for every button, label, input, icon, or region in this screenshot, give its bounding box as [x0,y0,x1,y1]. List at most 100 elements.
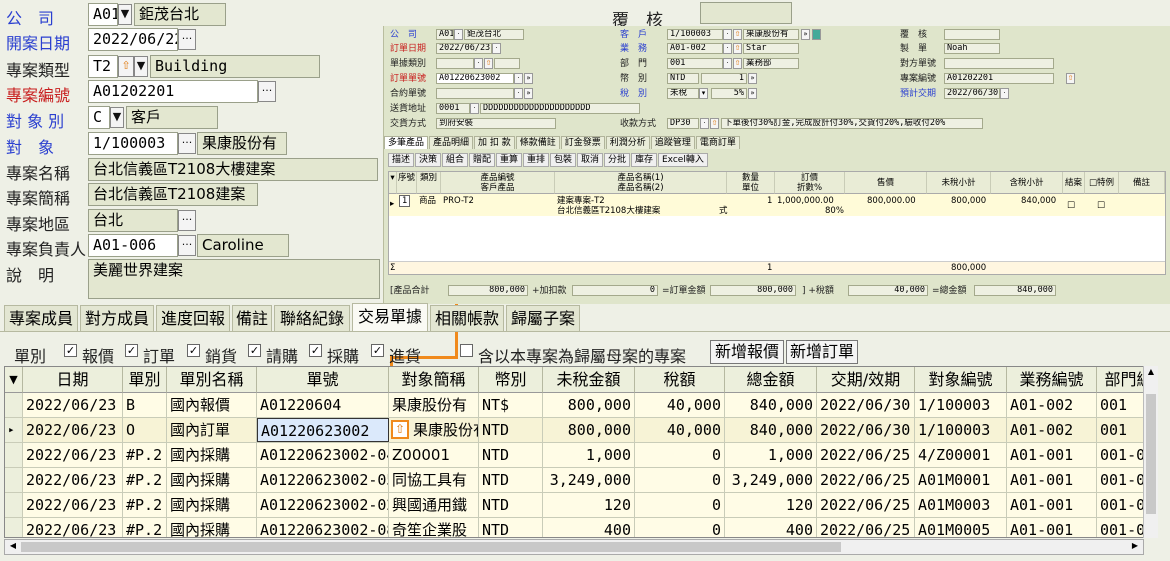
grid-row[interactable]: 2022/06/23 #P.2 國內採購 A01220623002-02 興國通用鐵 NT… [5,493,1154,518]
row-indicator-icon[interactable] [5,493,23,517]
sub-toolbar-button[interactable]: Excel轉入 [658,153,708,167]
tab-project-members[interactable]: 專案成員 [4,305,78,332]
order-contract-next-icon[interactable]: » [524,88,533,99]
sub-toolbar-button[interactable]: 庫存 [631,153,658,167]
mini-row-closed-checkbox[interactable]: □ [1067,200,1075,210]
horizontal-scroll-thumb[interactable] [21,542,841,552]
grid-row[interactable]: ▸2022/06/23O國內訂單A01220623002果康股份有⇧NTD800… [5,418,1145,443]
target-type-dropdown-icon[interactable]: ▼ [110,107,124,128]
vertical-scrollbar[interactable]: ▲ [1143,366,1158,538]
up-arrow-icon[interactable]: ⇧ [118,56,134,77]
sub-toolbar-button[interactable]: 組合 [442,153,469,167]
order-sales-code[interactable]: A01-002 [667,43,723,54]
order-customer-card-icon[interactable] [812,29,821,40]
sub-toolbar-button[interactable]: 分批 [604,153,631,167]
desc-field[interactable]: 美麗世界建案 [88,259,380,299]
tab-progress[interactable]: 進度回報 [156,305,230,332]
grid-header-doc-no[interactable]: 單號 [257,367,389,393]
row-indicator-icon[interactable] [5,518,23,537]
grid-cell-doc-no[interactable]: A01220623002-08 [257,518,389,537]
order-company-lookup-icon[interactable]: · [454,29,463,40]
sub-tab[interactable]: 利潤分析 [605,136,650,149]
grid-header-party-code[interactable]: 對象編號 [915,367,1007,393]
tab-transactions[interactable]: 交易單據 [352,303,428,332]
order-customer-up-icon[interactable]: ⇧ [733,29,742,40]
grid-cell-doc-no[interactable]: A01220604 [257,393,389,417]
sub-toolbar-button[interactable]: 決策 [415,153,442,167]
grid-row[interactable]: 2022/06/23 B 國內報價 A01220604 果康股份有 NT$ 800,000 4… [5,393,1145,418]
sub-toolbar-button[interactable]: 重算 [496,153,523,167]
grid-header-date[interactable]: 日期 [23,367,123,393]
order-customer-arrow-icon[interactable]: » [801,29,810,40]
grid-cell-doc-no[interactable]: A01220623002-05 [257,468,389,492]
sub-tab[interactable]: 追蹤管理 [650,136,695,149]
filter-receive-checkbox[interactable]: ✓ [371,344,384,357]
order-currency-code[interactable]: NTD [667,73,699,84]
type-code-field[interactable]: T2 [88,55,118,78]
order-contract-lookup-icon[interactable]: · [514,88,523,99]
owner-lookup-icon[interactable]: ··· [178,235,196,256]
grid-row[interactable]: 2022/06/23 #P.2 國內採購 A01220623002-05 同協工具有 NT… [5,468,1154,493]
sub-tab[interactable]: 產品明細 [429,136,474,149]
grid-header-type-name[interactable]: 單別名稱 [167,367,257,393]
open-date-field[interactable]: 2022/06/22 [88,28,178,51]
tab-counterparty-members[interactable]: 對方成員 [80,305,154,332]
company-code-field[interactable]: A01 [88,3,118,26]
order-expected-field[interactable]: 2022/06/30 [944,88,1000,99]
grid-row[interactable]: 2022/06/23 #P.2 國內採購 A01220623002-08 奇笙企業股 NT… [5,518,1154,537]
order-delivery-field[interactable]: 到府安裝 [436,118,556,129]
order-customer-code[interactable]: 1/100003 [667,29,723,40]
order-contract-field[interactable] [436,88,514,99]
filter-request-checkbox[interactable]: ✓ [248,344,261,357]
order-tax-type[interactable]: 未稅 [667,88,699,99]
sub-toolbar-button[interactable]: 描述 [388,153,415,167]
grid-header-currency[interactable]: 幣別 [479,367,543,393]
scroll-up-icon[interactable]: ▲ [1145,367,1157,379]
new-quote-button[interactable]: 新增報價 [710,340,784,364]
order-tax-arrow-icon[interactable]: » [748,88,757,99]
mini-row-special-checkbox[interactable]: □ [1097,200,1105,210]
area-lookup-icon[interactable]: ··· [178,210,196,231]
project-no-field[interactable]: A01202201 [88,80,258,103]
order-no-next-icon[interactable]: » [524,73,533,84]
order-no-lookup-icon[interactable]: · [514,73,523,84]
order-dept-code[interactable]: 001 [667,58,723,69]
horizontal-scrollbar[interactable]: ◀ ▶ [4,539,1144,555]
tab-related-accounts[interactable]: 相關帳款 [430,305,504,332]
row-indicator-icon[interactable] [5,393,23,417]
sub-toolbar-button[interactable]: 取消 [577,153,604,167]
order-doc-type-up-icon[interactable]: ⇧ [484,58,493,69]
order-address-lookup-icon[interactable]: · [470,103,479,114]
order-payment-up-icon[interactable]: ⇧ [710,118,719,129]
order-currency-rate[interactable]: 1 [701,73,747,84]
target-code-field[interactable]: 1/100003 [88,132,178,155]
order-sales-up-icon[interactable]: ⇧ [733,43,742,54]
project-name-field[interactable]: 台北信義區T2108大樓建案 [88,158,378,181]
order-doc-type-field[interactable] [436,58,474,69]
filter-sales-checkbox[interactable]: ✓ [187,344,200,357]
grid-header-tax[interactable]: 稅額 [635,367,725,393]
sub-tab[interactable]: 多筆產品 [384,136,429,149]
order-payment-lookup-icon[interactable]: · [700,118,709,129]
grid-header-party[interactable]: 對象簡稱 [389,367,479,393]
grid-header-sales-code[interactable]: 業務編號 [1007,367,1097,393]
order-cust-no-field[interactable] [944,58,1054,69]
order-tax-rate[interactable]: 5% [711,88,747,99]
grid-cell-doc-no[interactable]: A01220623002-02 [257,493,389,517]
open-date-picker-icon[interactable]: ··· [178,29,196,50]
scroll-left-icon[interactable]: ◀ [7,541,19,553]
project-short-field[interactable]: 台北信義區T2108建案 [88,183,258,206]
order-payment-code[interactable]: DP30 [667,118,699,129]
grid-header-due[interactable]: 交期/效期 [817,367,915,393]
sub-tab[interactable]: 加 扣 款 [474,136,515,149]
company-dropdown-icon[interactable]: ▼ [118,4,132,25]
open-document-up-icon[interactable]: ⇧ [391,420,409,439]
target-type-code-field[interactable]: C [88,106,110,129]
new-order-button[interactable]: 新增訂單 [786,340,858,364]
tab-sub-projects[interactable]: 歸屬子案 [506,305,580,332]
order-doc-type-lookup-icon[interactable]: · [474,58,483,69]
order-sales-lookup-icon[interactable]: · [723,43,732,54]
filter-include-checkbox[interactable] [460,344,473,357]
order-date-field[interactable]: 2022/06/23 [436,43,492,54]
order-address-code[interactable]: 0001 [436,103,470,114]
